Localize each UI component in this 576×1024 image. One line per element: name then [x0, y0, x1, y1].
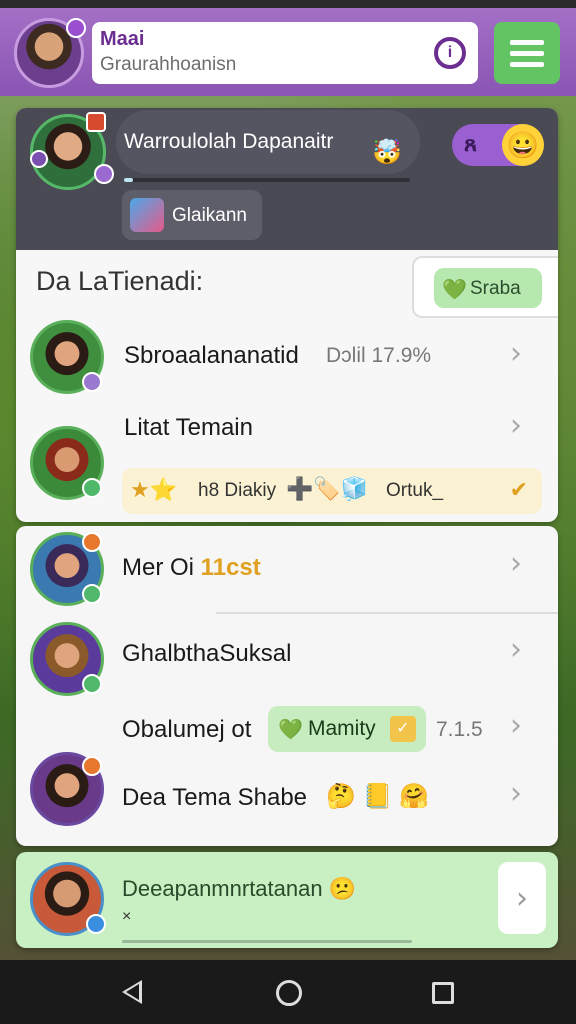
friend-stat: Dɔlil 17.9%: [326, 344, 432, 367]
chevron-right-icon[interactable]: ›: [510, 408, 522, 443]
friend-stat: 7.1.5: [436, 718, 483, 741]
check-icon[interactable]: ✔: [510, 477, 528, 503]
mood-toggle[interactable]: ጸ 😀: [452, 124, 544, 166]
profile-progress-fill: [124, 178, 133, 182]
reward-strip[interactable]: ★⭐ h8 Diakiy ➕🏷️🧊 Ortuk_ ✔: [122, 468, 542, 514]
chevron-right-icon[interactable]: ›: [498, 862, 546, 934]
section-title: Da LaTienadi:: [36, 266, 204, 296]
chevron-right-icon[interactable]: ›: [510, 708, 522, 743]
heart-icon: 💚: [442, 279, 467, 301]
featured-progress-line: [122, 940, 412, 943]
online-status-icon: [82, 674, 102, 694]
star-icon: ★⭐: [130, 477, 178, 502]
notification-badge: [82, 532, 102, 552]
friend-name-highlight: 11cst: [200, 554, 261, 581]
profile-name: Warroulolah Dapanaitr: [124, 130, 334, 153]
friend-name[interactable]: Mer Oi 11cst: [122, 554, 261, 582]
list-divider: [216, 612, 558, 614]
notification-badge: [86, 112, 106, 132]
filter-label: Sraba: [470, 278, 521, 299]
friend-name[interactable]: Dea Tema Shabe: [122, 784, 307, 812]
friends-panel: Warroulolah Dapanaitr 🤯 Glaikann ጸ 😀 Da …: [16, 108, 558, 522]
info-icon[interactable]: i: [434, 37, 466, 69]
status-badge: [94, 164, 114, 184]
gift-icon: [130, 198, 164, 232]
verified-icon: [86, 914, 106, 934]
header-subtitle: Graurahhoanisn: [100, 54, 237, 75]
filter-container: 💚 Sraba: [412, 256, 558, 318]
featured-emoji: 😕: [328, 876, 357, 901]
chevron-right-icon[interactable]: ›: [510, 776, 522, 811]
reward-item-icons: ➕🏷️🧊: [286, 476, 369, 501]
online-status-icon: [82, 478, 102, 498]
featured-subtitle: ×: [122, 908, 132, 925]
status-pill-label: Mamity: [308, 717, 376, 740]
friend-name-text: Mer Oi: [122, 554, 194, 581]
friend-name[interactable]: Obalumej ot: [122, 716, 251, 744]
friend-name[interactable]: Sbroaalananatid: [124, 342, 299, 370]
profile-action-label: Glaikann: [172, 205, 247, 226]
online-status-icon: [82, 372, 102, 392]
emoji-icons: 🤔 📒 🤗: [326, 783, 429, 810]
profile-emoji: 🤯: [372, 139, 402, 166]
home-icon[interactable]: [276, 980, 302, 1006]
online-status-icon: [82, 584, 102, 604]
smiley-icon: 😀: [502, 124, 544, 166]
featured-title-text: Deeapanmnrtatanan: [122, 876, 323, 901]
top-bar: Maai Graurahhoanisn i: [0, 8, 576, 96]
reward-label-2: Ortuk_: [386, 480, 444, 501]
friends-list-panel: Mer Oi 11cst › GhalbthaSuksal › Obalumej…: [16, 526, 558, 846]
system-nav-bar: [0, 960, 576, 1024]
friend-name[interactable]: Litat Temain: [124, 414, 253, 442]
filter-button[interactable]: 💚 Sraba: [434, 268, 542, 308]
hamburger-menu-icon[interactable]: [494, 22, 560, 84]
friend-name[interactable]: GhalbthaSuksal: [122, 640, 291, 668]
profile-name-pill[interactable]: Warroulolah Dapanaitr 🤯: [116, 110, 420, 174]
chevron-right-icon[interactable]: ›: [510, 336, 522, 371]
status-pill[interactable]: 💚 Mamity ✓: [268, 706, 426, 752]
notification-badge: [82, 756, 102, 776]
featured-title: Deeapanmnrtatanan 😕: [122, 876, 356, 902]
reward-label: h8 Diakiy: [198, 480, 277, 501]
profile-progress-bar: [124, 178, 410, 182]
featured-friend-card[interactable]: Deeapanmnrtatanan 😕 × ›: [16, 852, 558, 948]
chevron-right-icon[interactable]: ›: [510, 632, 522, 667]
header-card[interactable]: Maai Graurahhoanisn i: [92, 22, 478, 84]
level-badge: [30, 150, 48, 168]
profile-action-button[interactable]: Glaikann: [122, 190, 262, 240]
status-bar: [0, 0, 576, 8]
recent-apps-icon[interactable]: [432, 982, 454, 1004]
heart-icon: 💚: [278, 719, 303, 741]
chevron-right-icon[interactable]: ›: [510, 546, 522, 581]
person-icon: ጸ: [464, 131, 477, 156]
check-icon: ✓: [390, 716, 416, 742]
back-icon[interactable]: [122, 980, 142, 1004]
header-title: Maai: [100, 28, 145, 50]
profile-header: Warroulolah Dapanaitr 🤯 Glaikann ጸ 😀: [16, 108, 558, 250]
avatar-badge: [66, 18, 86, 38]
